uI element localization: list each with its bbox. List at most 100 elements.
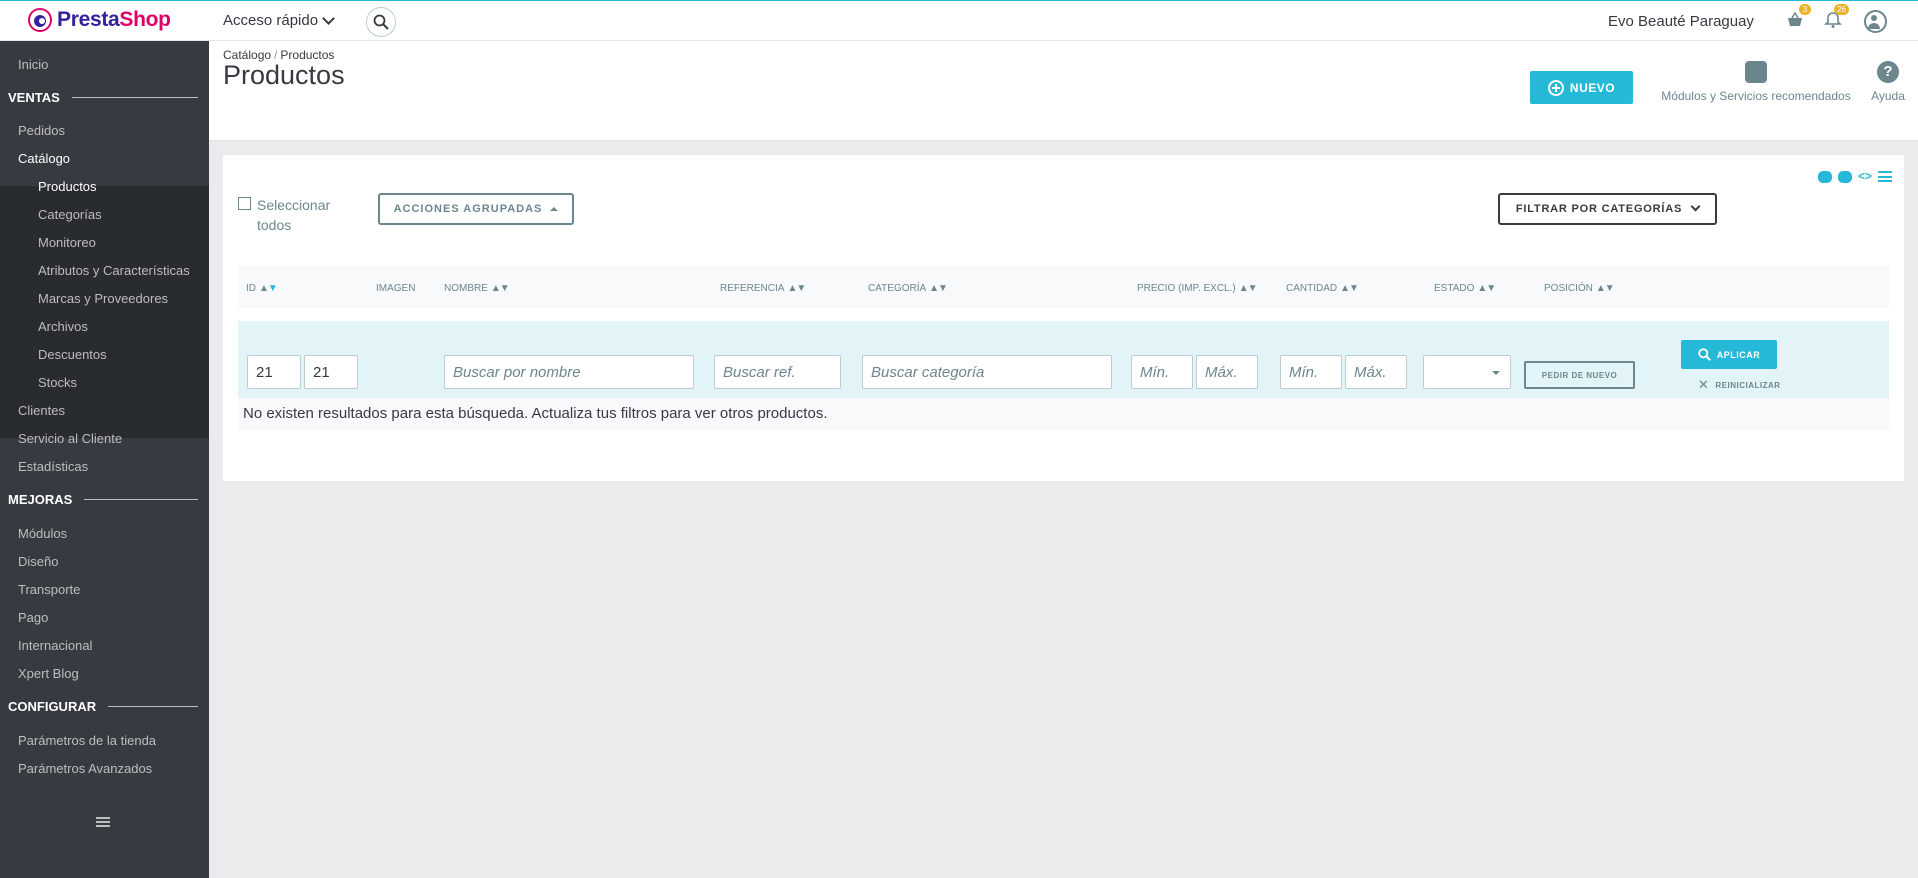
close-icon: ✕ bbox=[1698, 377, 1710, 392]
column-position[interactable]: POSICIÓN ▲▼ bbox=[1544, 283, 1615, 294]
sidebar-item-payment[interactable]: Pago bbox=[18, 610, 48, 625]
column-id[interactable]: ID ▲▼ bbox=[246, 283, 278, 294]
table-header: ID ▲▼ IMAGEN NOMBRE ▲▼ REFERENCIA ▲▼ CATEGO… bbox=[238, 265, 1889, 308]
sidebar-item-catalog[interactable]: Catálogo bbox=[18, 151, 70, 166]
sidebar-item-brands[interactable]: Marcas y Proveedores bbox=[38, 291, 168, 306]
add-circle-icon bbox=[1547, 79, 1564, 96]
chevron-down-icon bbox=[1690, 201, 1701, 212]
bulk-actions-button[interactable]: ACCIONES AGRUPADAS bbox=[378, 193, 574, 225]
sidebar-item-modules[interactable]: Módulos bbox=[18, 526, 67, 541]
sidebar-item-international[interactable]: Internacional bbox=[18, 638, 92, 653]
search-icon bbox=[373, 14, 389, 30]
sort-icon[interactable]: ▲▼ bbox=[1239, 283, 1258, 294]
apply-label: APLICAR bbox=[1716, 349, 1761, 360]
category-filter-input[interactable]: Buscar categoría bbox=[862, 355, 1112, 389]
sidebar-item-discounts[interactable]: Descuentos bbox=[38, 347, 107, 362]
cloud-upload-icon[interactable] bbox=[1817, 171, 1832, 183]
bulk-actions-label: ACCIONES AGRUPADAS bbox=[393, 203, 543, 215]
sidebar-item-products[interactable]: Productos bbox=[38, 179, 97, 194]
sort-icon[interactable]: ▲▼ bbox=[787, 283, 806, 294]
notifications-badge: 26 bbox=[1834, 4, 1849, 15]
price-max-input[interactable]: Máx. bbox=[1196, 355, 1258, 389]
prestashop-logo[interactable]: PrestaShop bbox=[28, 8, 171, 32]
sidebar-section-sales: VENTAS bbox=[8, 90, 198, 105]
reset-filters-button[interactable]: ✕ REINICIALIZAR bbox=[1698, 377, 1781, 393]
orders-badge: 3 bbox=[1799, 4, 1811, 15]
cloud-download-icon[interactable] bbox=[1837, 171, 1852, 183]
employee-avatar-icon[interactable] bbox=[1864, 10, 1887, 33]
sidebar-item-shop-parameters[interactable]: Parámetros de la tienda bbox=[18, 733, 156, 748]
sidebar-item-design[interactable]: Diseño bbox=[18, 554, 58, 569]
column-quantity[interactable]: CANTIDAD ▲▼ bbox=[1286, 283, 1359, 294]
menu-collapse-icon[interactable] bbox=[96, 817, 110, 827]
list-icon[interactable] bbox=[1878, 171, 1892, 182]
products-panel: <> Seleccionar todos ACCIONES AGRUPADAS … bbox=[223, 155, 1904, 481]
search-icon bbox=[1698, 348, 1711, 361]
quantity-max-input[interactable]: Máx. bbox=[1345, 355, 1407, 389]
no-results-message: No existen resultados para esta búsqueda… bbox=[238, 398, 1889, 430]
code-icon[interactable]: <> bbox=[1858, 170, 1872, 183]
sort-icon[interactable]: ▲▼ bbox=[1477, 283, 1496, 294]
filter-row: 21 21 Buscar por nombre Buscar ref. Busc… bbox=[238, 321, 1889, 398]
select-all-checkbox[interactable]: Seleccionar todos bbox=[238, 195, 347, 235]
column-state[interactable]: ESTADO ▲▼ bbox=[1434, 283, 1496, 294]
orders-notification[interactable]: 3 bbox=[1786, 4, 1811, 31]
page-title: Productos bbox=[223, 60, 345, 90]
reorder-button[interactable]: PEDIR DE NUEVO bbox=[1524, 361, 1635, 389]
column-image: IMAGEN bbox=[376, 283, 416, 294]
catalog-section-bg bbox=[0, 186, 209, 438]
logo-text: PrestaShop bbox=[57, 8, 171, 31]
quick-access-label: Acceso rápido bbox=[223, 12, 319, 29]
quantity-min-input[interactable]: Mín. bbox=[1280, 355, 1342, 389]
help-button[interactable]: ? Ayuda bbox=[1865, 61, 1911, 103]
sidebar-item-customer-service[interactable]: Servicio al Cliente bbox=[18, 431, 122, 446]
sidebar-item-categories[interactable]: Categorías bbox=[38, 207, 102, 222]
column-price[interactable]: PRECIO (IMP. EXCL.) ▲▼ bbox=[1137, 283, 1258, 294]
name-filter-input[interactable]: Buscar por nombre bbox=[444, 355, 694, 389]
sidebar-item-customers[interactable]: Clientes bbox=[18, 403, 65, 418]
puzzle-icon bbox=[1745, 61, 1767, 83]
sidebar-item-xpert-blog[interactable]: Xpert Blog bbox=[18, 666, 79, 681]
apply-filters-button[interactable]: APLICAR bbox=[1681, 340, 1777, 369]
top-header: PrestaShop Acceso rápido Evo Beauté Para… bbox=[0, 0, 1918, 41]
recommended-modules-label: Módulos y Servicios recomendados bbox=[1661, 89, 1851, 103]
new-product-button[interactable]: NUEVO bbox=[1530, 71, 1633, 104]
chevron-down-icon bbox=[322, 11, 335, 25]
sidebar-item-monitoring[interactable]: Monitoreo bbox=[38, 235, 96, 250]
page-head: Catálogo / Productos Productos NUEVO Módul… bbox=[209, 41, 1918, 141]
column-category[interactable]: CATEGORÍA ▲▼ bbox=[868, 283, 948, 294]
sidebar-item-shipping[interactable]: Transporte bbox=[18, 582, 80, 597]
recommended-modules-button[interactable]: Módulos y Servicios recomendados bbox=[1656, 61, 1856, 103]
sort-icon[interactable]: ▲▼ bbox=[491, 283, 510, 294]
quick-access-dropdown[interactable]: Acceso rápido bbox=[223, 11, 335, 29]
column-reference[interactable]: REFERENCIA ▲▼ bbox=[720, 283, 806, 294]
price-min-input[interactable]: Mín. bbox=[1131, 355, 1193, 389]
sidebar-item-files[interactable]: Archivos bbox=[38, 319, 88, 334]
sidebar-item-advanced-parameters[interactable]: Parámetros Avanzados bbox=[18, 761, 152, 776]
column-name[interactable]: NOMBRE ▲▼ bbox=[444, 283, 510, 294]
sort-icon[interactable]: ▲▼ bbox=[929, 283, 948, 294]
id-from-input[interactable]: 21 bbox=[247, 355, 301, 389]
sidebar-item-stocks[interactable]: Stocks bbox=[38, 375, 77, 390]
prestashop-logo-icon bbox=[28, 8, 52, 32]
id-to-input[interactable]: 21 bbox=[304, 355, 358, 389]
state-filter-select[interactable] bbox=[1423, 355, 1511, 389]
sort-icon[interactable]: ▲▼ bbox=[1596, 283, 1615, 294]
sidebar-section-configure: CONFIGURAR bbox=[8, 699, 198, 714]
help-icon: ? bbox=[1877, 61, 1899, 83]
sidebar-item-home[interactable]: Inicio bbox=[18, 57, 48, 72]
notifications-bell[interactable]: 26 bbox=[1824, 4, 1849, 31]
filter-categories-label: FILTRAR POR CATEGORÍAS bbox=[1515, 203, 1683, 215]
reset-label: REINICIALIZAR bbox=[1715, 380, 1781, 390]
reference-filter-input[interactable]: Buscar ref. bbox=[714, 355, 841, 389]
sidebar-item-stats[interactable]: Estadísticas bbox=[18, 459, 88, 474]
sidebar-item-orders[interactable]: Pedidos bbox=[18, 123, 65, 138]
sort-icon[interactable]: ▲▼ bbox=[259, 283, 278, 294]
checkbox[interactable] bbox=[238, 197, 251, 210]
caret-up-icon bbox=[550, 207, 559, 211]
search-button[interactable] bbox=[366, 7, 396, 37]
sort-icon[interactable]: ▲▼ bbox=[1340, 283, 1359, 294]
shop-name-link[interactable]: Evo Beauté Paraguay bbox=[1608, 13, 1754, 30]
sidebar-item-attributes[interactable]: Atributos y Características bbox=[38, 263, 190, 278]
filter-by-categories-button[interactable]: FILTRAR POR CATEGORÍAS bbox=[1498, 193, 1717, 225]
